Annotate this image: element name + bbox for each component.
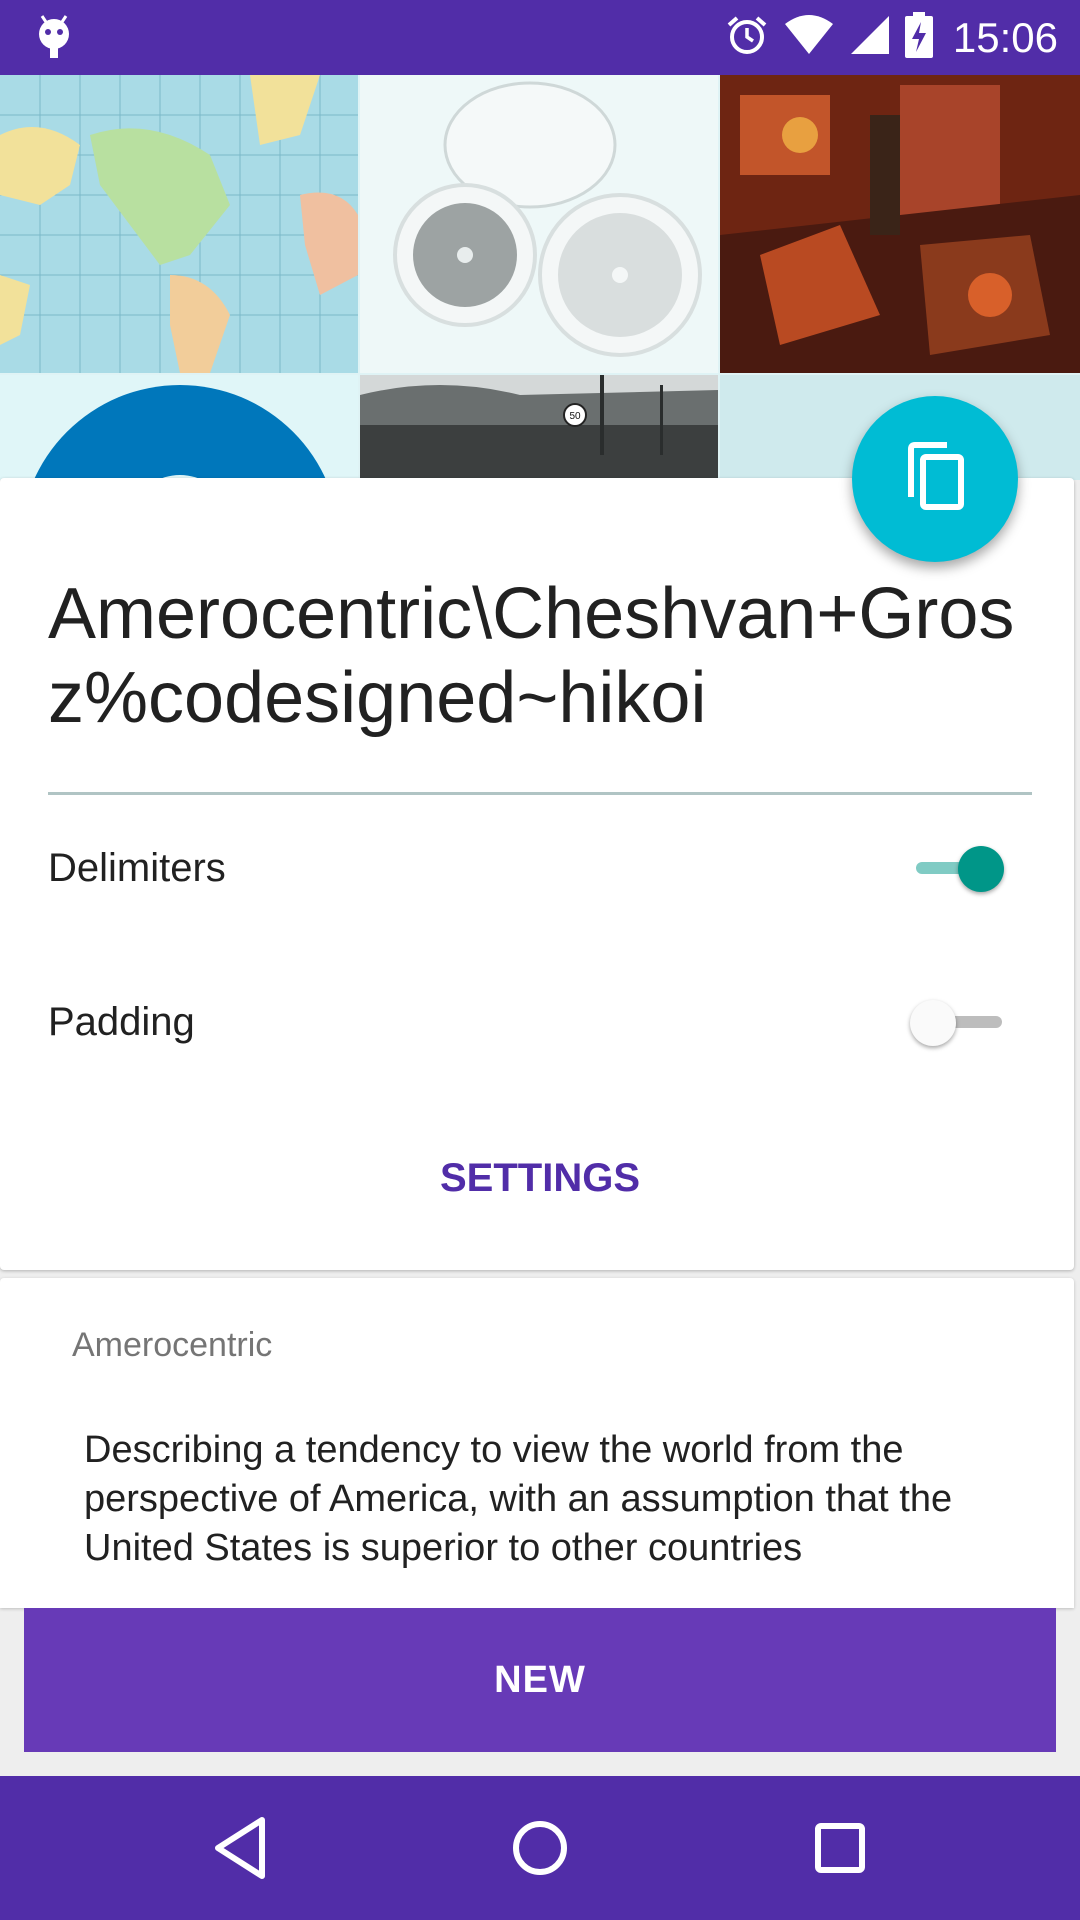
wifi-icon	[783, 14, 835, 61]
signal-icon	[849, 14, 891, 61]
delimiters-label: Delimiters	[48, 846, 226, 890]
battery-charging-icon	[904, 12, 933, 63]
lemons-image[interactable]	[360, 75, 718, 373]
recents-icon[interactable]	[800, 1808, 880, 1888]
status-bar: 15:06	[0, 0, 1080, 75]
android-icon	[36, 14, 72, 63]
definition-word: Amerocentric	[72, 1326, 273, 1364]
clock: 15:06	[952, 13, 1058, 61]
speed-sign-text: 50	[569, 411, 581, 422]
divider	[48, 792, 1032, 795]
generated-password: Amerocentric\Cheshvan+Grosz%codesigned~h…	[48, 574, 1015, 738]
delimiters-switch[interactable]	[904, 838, 1004, 898]
definition-text: Describing a tendency to view the world …	[84, 1429, 953, 1569]
street-painting-image[interactable]	[720, 75, 1080, 373]
new-button[interactable]: NEW	[24, 1608, 1056, 1752]
settings-button[interactable]: SETTINGS	[390, 1148, 690, 1208]
home-icon[interactable]	[500, 1808, 580, 1888]
blue-logo-image[interactable]	[0, 375, 358, 480]
back-icon[interactable]	[200, 1808, 280, 1888]
crowd-harbor-image[interactable]: 50	[360, 375, 718, 480]
padding-label: Padding	[48, 1000, 195, 1044]
navigation-bar	[0, 1776, 1080, 1920]
padding-switch[interactable]	[904, 992, 1004, 1052]
alarm-icon	[725, 13, 769, 62]
copy-icon	[903, 441, 967, 518]
world-map-image[interactable]	[0, 75, 358, 373]
copy-fab-button[interactable]	[852, 396, 1018, 562]
